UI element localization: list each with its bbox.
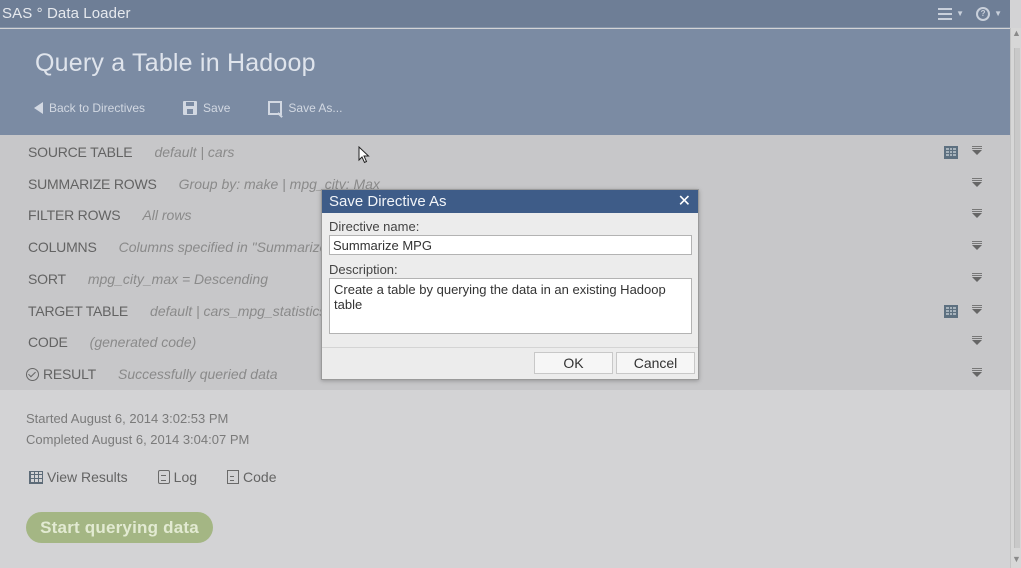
start-querying-button[interactable]: Start querying data xyxy=(26,512,213,543)
page-title: Query a Table in Hadoop xyxy=(35,49,316,77)
expand-icon[interactable] xyxy=(972,273,982,285)
run-timestamps: Started August 6, 2014 3:02:53 PM Comple… xyxy=(26,408,249,450)
app-bar: SAS ° Data Loader ▼ ? ▼ xyxy=(0,0,1010,28)
menu-button[interactable]: ▼ xyxy=(938,7,965,20)
check-circle-icon xyxy=(26,368,39,381)
description-textarea[interactable]: Create a table by querying the data in a… xyxy=(329,278,692,334)
table-view-icon[interactable] xyxy=(944,145,958,159)
dialog-title: Save Directive As xyxy=(329,193,447,210)
save-label: Save xyxy=(203,101,231,115)
expand-icon[interactable] xyxy=(972,146,982,158)
save-as-icon xyxy=(268,101,283,115)
step-value: mpg_city_max = Descending xyxy=(87,271,268,287)
step-label: SORT xyxy=(28,271,66,287)
description-label: Description: xyxy=(329,262,398,277)
floppy-disk-icon xyxy=(183,101,198,115)
step-label: SOURCE TABLE xyxy=(28,144,133,160)
ok-button[interactable]: OK xyxy=(534,352,613,374)
log-icon xyxy=(157,470,170,484)
view-results-label: View Results xyxy=(47,469,128,485)
scroll-down-icon[interactable]: ▼ xyxy=(1012,554,1021,564)
step-label: TARGET TABLE xyxy=(28,303,129,319)
expand-icon[interactable] xyxy=(972,209,982,221)
cancel-button[interactable]: Cancel xyxy=(616,352,695,374)
close-icon[interactable]: ✕ xyxy=(678,193,691,210)
step-label: RESULT xyxy=(26,366,96,382)
save-directive-as-dialog: Save Directive As ✕ Directive name: Desc… xyxy=(321,189,699,380)
directive-name-input[interactable] xyxy=(329,235,692,255)
mouse-cursor-icon xyxy=(358,146,370,164)
expand-icon[interactable] xyxy=(972,241,982,253)
chevron-down-icon: ▼ xyxy=(956,9,965,18)
started-timestamp: Started August 6, 2014 3:02:53 PM xyxy=(26,411,229,426)
result-links: View Results Log Code xyxy=(29,469,277,485)
dialog-header: Save Directive As ✕ xyxy=(322,190,698,213)
code-link[interactable]: Code xyxy=(227,469,277,485)
save-as-button[interactable]: Save As... xyxy=(268,101,342,115)
back-label: Back to Directives xyxy=(49,101,146,115)
code-file-icon xyxy=(227,470,240,484)
step-label: CODE xyxy=(28,334,68,350)
back-arrow-icon xyxy=(34,102,43,114)
code-label: Code xyxy=(243,469,277,485)
expand-icon[interactable] xyxy=(972,368,982,380)
step-label: FILTER ROWS xyxy=(28,207,121,223)
step-row-source-table[interactable]: SOURCE TABLE default | cars xyxy=(0,136,1010,168)
app-title: SAS ° Data Loader xyxy=(2,5,131,22)
back-to-directives-button[interactable]: Back to Directives xyxy=(34,101,145,115)
log-label: Log xyxy=(173,469,198,485)
step-value: (generated code) xyxy=(89,334,197,350)
result-label: RESULT xyxy=(43,366,96,382)
help-icon: ? xyxy=(976,6,991,21)
page-header: Query a Table in Hadoop Back to Directiv… xyxy=(0,29,1010,135)
scroll-up-icon[interactable]: ▲ xyxy=(1012,28,1021,38)
chevron-down-icon: ▼ xyxy=(994,9,1002,18)
expand-icon[interactable] xyxy=(972,336,982,348)
list-menu-icon xyxy=(938,7,953,20)
completed-timestamp: Completed August 6, 2014 3:04:07 PM xyxy=(26,432,250,447)
directive-name-label: Directive name: xyxy=(329,219,420,234)
log-link[interactable]: Log xyxy=(157,469,198,485)
step-value: default | cars xyxy=(154,144,235,160)
save-button[interactable]: Save xyxy=(183,101,230,115)
dialog-footer: OK Cancel xyxy=(322,347,698,379)
view-results-link[interactable]: View Results xyxy=(29,469,128,485)
expand-icon[interactable] xyxy=(972,178,982,190)
save-as-label: Save As... xyxy=(288,101,343,115)
step-label: COLUMNS xyxy=(28,239,97,255)
step-value: All rows xyxy=(142,207,192,223)
step-label: SUMMARIZE ROWS xyxy=(28,176,157,192)
table-view-icon[interactable] xyxy=(944,304,958,318)
toolbar: Back to Directives Save Save As... xyxy=(34,101,342,115)
step-value: Successfully queried data xyxy=(118,366,278,382)
vertical-scrollbar[interactable]: ▲ ▼ xyxy=(1010,28,1021,568)
help-button[interactable]: ? ▼ xyxy=(976,6,1002,21)
expand-icon[interactable] xyxy=(972,305,982,317)
step-value: default | cars_mpg_statistics xyxy=(150,303,327,319)
table-icon xyxy=(29,470,43,484)
scroll-thumb[interactable] xyxy=(1014,48,1020,548)
